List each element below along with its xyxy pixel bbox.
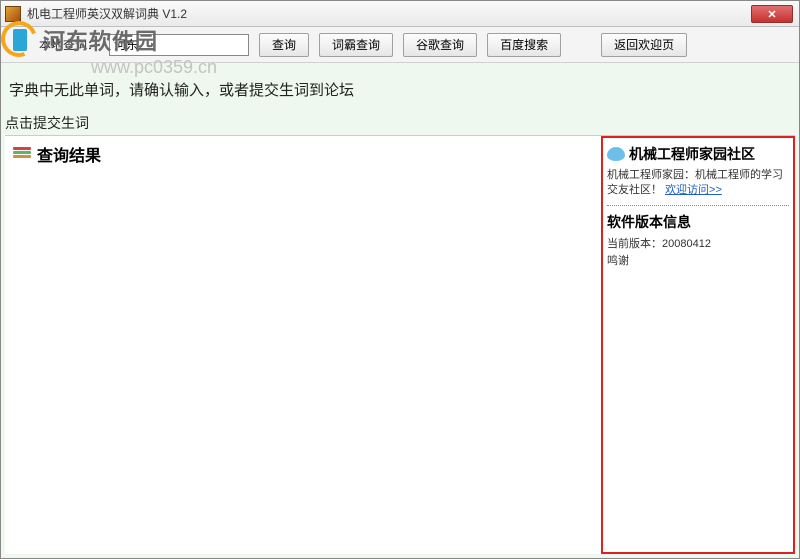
google-button[interactable]: 谷歌查询: [403, 33, 477, 57]
version-line: 当前版本：20080412: [607, 236, 789, 254]
back-button[interactable]: 返回欢迎页: [601, 33, 687, 57]
toolbar: 本地查词： 查询 词霸查询 谷歌查询 百度搜索 返回欢迎页: [1, 27, 799, 63]
app-window: 机电工程师英汉双解词典 V1.2 ✕ 河东软件园 www.pc0359.cn 本…: [0, 0, 800, 559]
side-panel: 机械工程师家园社区 机械工程师家园：机械工程师的学习交友社区！ 欢迎访问>> 软…: [601, 136, 795, 554]
search-input[interactable]: [109, 34, 249, 56]
query-button[interactable]: 查询: [259, 33, 309, 57]
thanks-line: 鸣谢: [607, 253, 789, 271]
search-label: 本地查词：: [39, 36, 99, 53]
submit-word-link[interactable]: 点击提交生词: [5, 113, 89, 133]
separator: [607, 205, 789, 206]
close-button[interactable]: ✕: [751, 5, 793, 23]
app-icon: [5, 6, 21, 22]
community-desc: 机械工程师家园：机械工程师的学习交友社区！ 欢迎访问>>: [607, 168, 789, 199]
book-icon: [13, 147, 31, 161]
window-title: 机电工程师英汉双解词典 V1.2: [27, 5, 187, 22]
baidu-button[interactable]: 百度搜索: [487, 33, 561, 57]
community-title: 机械工程师家园社区: [629, 144, 755, 164]
close-icon: ✕: [767, 8, 776, 21]
bubble-icon: [607, 147, 625, 161]
result-section: 查询结果 机械工程师家园社区 机械工程师家园：机械工程师的学习交友社区！ 欢迎访…: [5, 135, 795, 554]
not-found-message: 字典中无此单词，请确认输入，或者提交生词到论坛: [9, 79, 354, 100]
titlebar: 机电工程师英汉双解词典 V1.2 ✕: [1, 1, 799, 27]
powerword-button[interactable]: 词霸查询: [319, 33, 393, 57]
community-link[interactable]: 欢迎访问>>: [665, 184, 722, 196]
content-area: 字典中无此单词，请确认输入，或者提交生词到论坛 点击提交生词 查询结果 机械工程…: [1, 63, 799, 558]
result-title: 查询结果: [37, 142, 101, 166]
version-title: 软件版本信息: [607, 212, 789, 232]
